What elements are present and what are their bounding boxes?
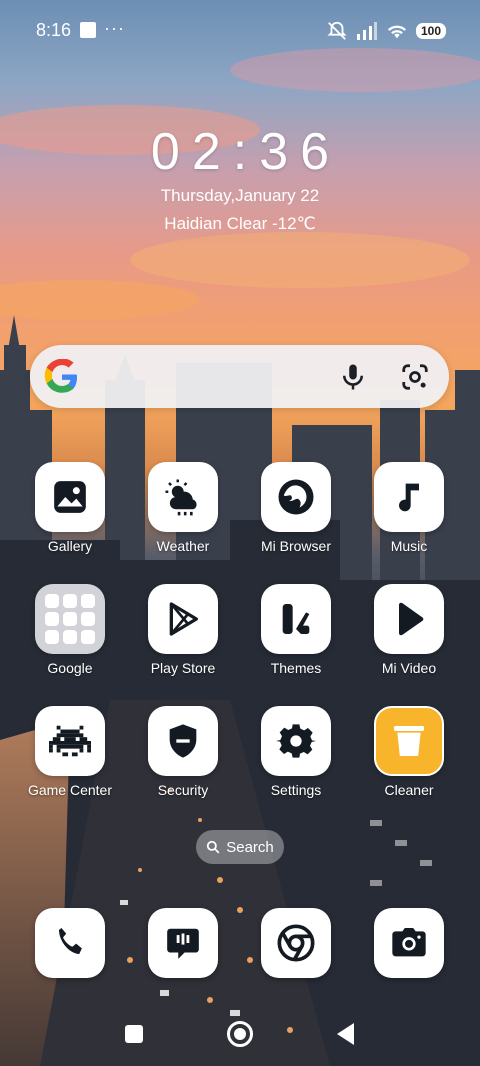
microphone-icon[interactable] [338,362,368,392]
app-label: Mi Browser [260,538,331,554]
app-themes[interactable]: Themes [246,584,346,694]
weather-summary[interactable]: Haidian Clear -12℃ [0,214,480,234]
wifi-icon [387,25,407,39]
app-music[interactable]: Music [359,462,459,572]
app-label: Themes [270,660,322,676]
camera-icon [374,908,444,978]
app-google-folder[interactable]: Google [20,584,120,694]
status-bar: 8:16 ··· 100 [0,0,480,60]
status-icons: 100 [326,18,446,44]
weather-icon [148,462,218,532]
google-g-icon [44,359,77,393]
app-label: Cleaner [384,782,434,798]
gallery-icon [35,462,105,532]
app-gallery[interactable]: Gallery [20,462,120,572]
app-search-button[interactable]: Search [196,830,284,864]
app-label: Play Store [150,660,216,676]
browser-icon [261,462,331,532]
app-cleaner[interactable]: Cleaner [359,706,459,816]
google-search-bar[interactable] [30,345,449,408]
app-mi-video[interactable]: Mi Video [359,584,459,694]
app-label: Game Center [27,782,113,798]
shield-icon [148,706,218,776]
recents-button[interactable] [125,1025,143,1043]
battery-indicator: 100 [415,23,446,39]
music-icon [374,462,444,532]
trash-icon [374,706,444,776]
signal-icon [356,22,377,40]
folder-icon [35,584,105,654]
game-icon [35,706,105,776]
chrome-icon [261,908,331,978]
navigation-bar [0,1000,480,1066]
message-icon [148,908,218,978]
app-mi-browser[interactable]: Mi Browser [246,462,346,572]
app-label: Security [157,782,209,798]
status-time: 8:16 [36,20,72,40]
phone-icon [35,908,105,978]
app-play-store[interactable]: Play Store [133,584,233,694]
back-button[interactable] [337,1023,354,1045]
app-security[interactable]: Security [133,706,233,816]
play-store-icon [148,584,218,654]
home-screen: 8:16 ··· 100 02:36 Thursday,January 22 H… [0,0,480,1066]
themes-icon [261,584,331,654]
app-label: Settings [270,782,322,798]
app-settings[interactable]: Settings [246,706,346,816]
app-label: Google [47,660,93,676]
mute-bell-icon [327,21,347,40]
notification-square-icon [80,22,96,38]
google-lens-icon[interactable] [400,362,430,392]
app-game-center[interactable]: Game Center [20,706,120,816]
search-icon [207,840,220,854]
clock-widget[interactable]: 02:36 [0,122,480,182]
app-label: Mi Video [381,660,437,676]
gear-icon [261,706,331,776]
app-weather[interactable]: Weather [133,462,233,572]
app-label: Gallery [47,538,93,554]
app-label: Weather [156,538,210,554]
search-label: Search [226,838,274,856]
video-play-icon [374,584,444,654]
date-label: Thursday,January 22 [160,186,320,205]
home-button[interactable] [227,1021,253,1047]
more-notifications-icon: ··· [104,18,125,38]
app-label: Music [390,538,428,554]
